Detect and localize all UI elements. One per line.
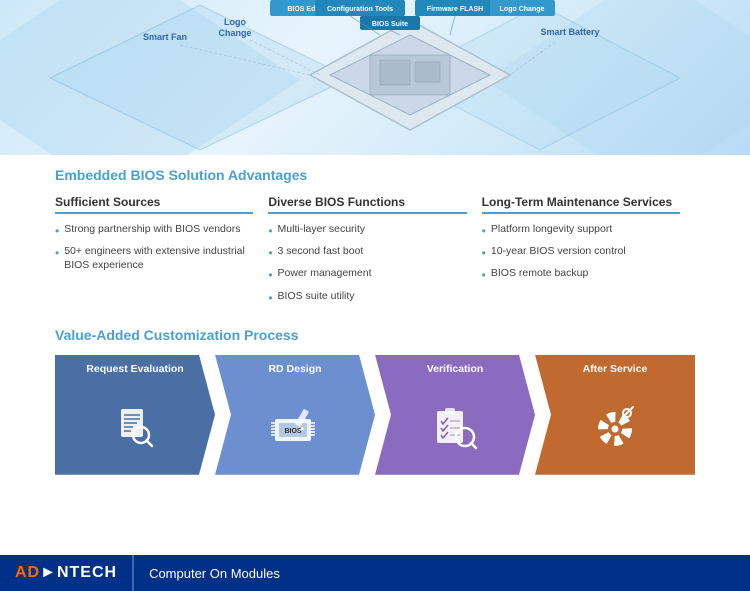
step2-icon-area: BIOS: [267, 379, 323, 474]
rd-design-icon: BIOS: [267, 401, 323, 453]
col1-item2: • 50+ engineers with extensive industria…: [55, 244, 253, 272]
step3-box: Verification: [375, 355, 535, 475]
verification-icon: [427, 401, 483, 453]
hero-section: BIOS Editor Configuration Tools BIOS Sui…: [0, 0, 750, 155]
bullet-icon: •: [268, 223, 272, 239]
col-sufficient-sources: Sufficient Sources • Strong partnership …: [55, 195, 268, 311]
col3-item3-text: BIOS remote backup: [491, 266, 588, 280]
bullet-icon: •: [268, 245, 272, 261]
section1-title: Embedded BIOS Solution Advantages: [55, 167, 695, 183]
col3-item1: • Platform longevity support: [482, 222, 680, 239]
footer: AD►NTECH Computer On Modules: [0, 555, 750, 591]
col3-title: Long-Term Maintenance Services: [482, 195, 680, 214]
col3-item2: • 10-year BIOS version control: [482, 244, 680, 261]
col1-item1-text: Strong partnership with BIOS vendors: [64, 222, 240, 236]
footer-brand-vantech: ►NTECH: [40, 564, 117, 581]
process-section: Value-Added Customization Process Reques…: [55, 327, 695, 475]
svg-text:Change: Change: [218, 28, 251, 38]
footer-subtitle: Computer On Modules: [134, 566, 295, 581]
bullet-icon: •: [482, 223, 486, 239]
request-evaluation-icon: [109, 401, 161, 453]
hero-svg: BIOS Editor Configuration Tools BIOS Sui…: [0, 0, 750, 155]
col2-item3: • Power management: [268, 266, 466, 283]
col-longterm-maintenance: Long-Term Maintenance Services • Platfor…: [482, 195, 695, 311]
step4-label: After Service: [571, 355, 660, 380]
col2-item1-text: Multi-layer security: [278, 222, 366, 236]
col2-title: Diverse BIOS Functions: [268, 195, 466, 214]
col2-item3-text: Power management: [278, 266, 372, 280]
svg-text:Logo: Logo: [224, 17, 246, 27]
step4-icon-area: [589, 379, 641, 474]
step1-label: Request Evaluation: [74, 355, 195, 380]
col2-item4: • BIOS suite utility: [268, 289, 466, 306]
bullet-icon: •: [268, 267, 272, 283]
col-diverse-functions: Diverse BIOS Functions • Multi-layer sec…: [268, 195, 481, 311]
step2-box: RD Design BIOS: [215, 355, 375, 475]
step-rd-design: RD Design BIOS: [215, 355, 375, 475]
process-title: Value-Added Customization Process: [55, 327, 695, 343]
main-content: Embedded BIOS Solution Advantages Suffic…: [0, 155, 750, 485]
step-after-service: After Service: [535, 355, 695, 475]
svg-text:BIOS Suite: BIOS Suite: [372, 21, 408, 28]
col3-item1-text: Platform longevity support: [491, 222, 612, 236]
bullet-icon: •: [268, 290, 272, 306]
step4-box: After Service: [535, 355, 695, 475]
col1-item1: • Strong partnership with BIOS vendors: [55, 222, 253, 239]
step2-label: RD Design: [256, 355, 333, 380]
svg-text:Configuration Tools: Configuration Tools: [327, 6, 393, 13]
svg-text:BIOS: BIOS: [284, 428, 301, 435]
bullet-icon: •: [482, 245, 486, 261]
bullet-icon: •: [55, 245, 59, 261]
step1-box: Request Evaluation: [55, 355, 215, 475]
col3-item2-text: 10-year BIOS version control: [491, 244, 626, 258]
step-verification: Verification: [375, 355, 535, 475]
footer-brand-ad: AD: [15, 564, 40, 581]
col2-item2-text: 3 second fast boot: [278, 244, 364, 258]
col2-item1: • Multi-layer security: [268, 222, 466, 239]
svg-text:Smart Fan: Smart Fan: [143, 32, 187, 42]
svg-text:Firmware FLASH: Firmware FLASH: [427, 6, 483, 13]
footer-logo: AD►NTECH: [0, 555, 133, 591]
col1-title: Sufficient Sources: [55, 195, 253, 214]
svg-text:Logo Change: Logo Change: [500, 6, 545, 13]
col3-item3: • BIOS remote backup: [482, 266, 680, 283]
bullet-icon: •: [55, 223, 59, 239]
process-steps: Request Evaluation: [55, 355, 695, 475]
step1-icon-area: [109, 379, 161, 474]
step-request-evaluation: Request Evaluation: [55, 355, 215, 475]
advantages-columns: Sufficient Sources • Strong partnership …: [55, 195, 695, 311]
after-service-icon: [589, 401, 641, 453]
svg-text:Smart Battery: Smart Battery: [540, 27, 599, 37]
col2-item4-text: BIOS suite utility: [278, 289, 355, 303]
footer-brand: AD►NTECH: [15, 564, 117, 582]
bullet-icon: •: [482, 267, 486, 283]
step3-icon-area: [427, 379, 483, 474]
col2-item2: • 3 second fast boot: [268, 244, 466, 261]
step3-label: Verification: [415, 355, 496, 380]
col1-item2-text: 50+ engineers with extensive industrial …: [64, 244, 253, 272]
